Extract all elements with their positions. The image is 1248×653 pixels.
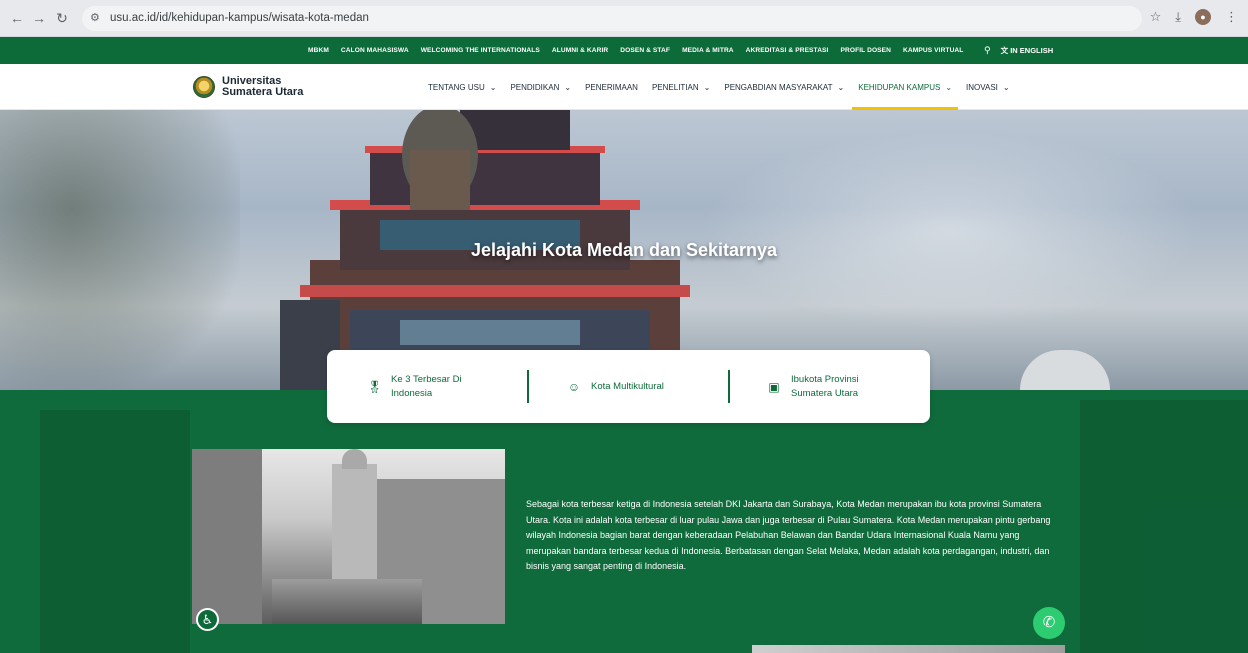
bookmark-star-icon[interactable]: ☆ <box>1150 9 1162 25</box>
city-description: Sebagai kota terbesar ketiga di Indonesi… <box>526 499 1051 571</box>
utility-link-mbkm[interactable]: MBKM <box>308 47 329 54</box>
utility-link-akreditasi-prestasi[interactable]: AKREDITASI & PRESTASI <box>746 47 829 54</box>
hero-banner: Jelajahi Kota Medan dan Sekitarnya <box>0 110 1248 390</box>
nav-item-pengabdian-masyarakat[interactable]: PENGABDIAN MASYARAKAT ⌄ <box>724 64 844 110</box>
highlight-text: Ibukota Provinsi Sumatera Utara <box>791 373 859 399</box>
nav-item-label: PENGABDIAN MASYARAKAT <box>724 82 833 92</box>
divider <box>527 370 529 403</box>
chevron-down-icon: ⌄ <box>489 82 497 92</box>
highlights-card: 🎖 Ke 3 Terbesar Di Indonesia ☺ Kota Mult… <box>327 350 930 423</box>
url-text[interactable]: usu.ac.id/id/kehidupan-kampus/wisata-kot… <box>110 11 369 26</box>
highlight-rank: 🎖 Ke 3 Terbesar Di Indonesia <box>367 350 462 423</box>
language-switch[interactable]: 文 IN ENGLISH <box>1001 45 1054 56</box>
nav-item-label: TENTANG USU <box>428 82 485 92</box>
browser-menu-icon[interactable]: ⋮ <box>1225 9 1238 25</box>
nav-item-inovasi[interactable]: INOVASI ⌄ <box>966 64 1010 110</box>
university-seal-icon <box>193 76 215 98</box>
chevron-down-icon: ⌄ <box>703 82 711 92</box>
background-building-right <box>1080 400 1248 653</box>
background-building-left <box>40 410 190 653</box>
second-photo-preview <box>752 645 1065 653</box>
highlight-text: Ke 3 Terbesar Di Indonesia <box>391 373 462 399</box>
divider <box>728 370 730 403</box>
briefcase-icon: ▣ <box>768 379 780 394</box>
utility-link-kampus-virtual[interactable]: KAMPUS VIRTUAL <box>903 47 963 54</box>
hero-title: Jelajahi Kota Medan dan Sekitarnya <box>470 240 778 260</box>
site-logo[interactable]: Universitas Sumatera Utara <box>193 76 303 98</box>
brand-name: Universitas Sumatera Utara <box>222 76 303 98</box>
translate-icon: 文 <box>1000 46 1009 55</box>
whatsapp-icon[interactable]: ✆ <box>1033 607 1065 639</box>
utility-link-dosen-staf[interactable]: DOSEN & STAF <box>620 47 670 54</box>
highlight-multicultural: ☺ Kota Multikultural <box>567 350 664 423</box>
brand-line-2: Sumatera Utara <box>222 86 304 98</box>
utility-link-welcoming-internationals[interactable]: WELCOMING THE INTERNATIONALS <box>421 47 540 54</box>
utility-link-calon-mahasiswa[interactable]: CALON MAHASISWA <box>341 47 409 54</box>
nav-item-pendidikan[interactable]: PENDIDIKAN ⌄ <box>510 64 571 110</box>
utility-link-alumni-karir[interactable]: ALUMNI & KARIR <box>552 47 608 54</box>
nav-item-penerimaan[interactable]: PENERIMAAN <box>585 64 638 110</box>
highlight-capital: ▣ Ibukota Provinsi Sumatera Utara <box>767 350 859 423</box>
chevron-down-icon: ⌄ <box>837 82 845 92</box>
medal-icon: 🎖 <box>367 379 383 394</box>
reload-icon[interactable]: ↻ <box>53 9 71 27</box>
download-icon[interactable]: ⤓ <box>1175 9 1181 25</box>
address-bar[interactable]: ⚙ usu.ac.id/id/kehidupan-kampus/wisata-k… <box>82 6 1142 31</box>
nav-item-label: PENDIDIKAN <box>510 82 560 92</box>
site-info-icon[interactable]: ⚙ <box>90 11 100 26</box>
hero-dome <box>1020 350 1110 390</box>
people-icon: ☺ <box>567 379 581 394</box>
chevron-down-icon: ⌄ <box>1002 82 1010 92</box>
nav-item-penelitian[interactable]: PENELITIAN ⌄ <box>652 64 710 110</box>
nav-item-kehidupan-kampus[interactable]: KEHIDUPAN KAMPUS ⌄ <box>852 64 958 110</box>
utility-link-profil-dosen[interactable]: PROFIL DOSEN <box>841 47 892 54</box>
nav-item-tentang-usu[interactable]: TENTANG USU ⌄ <box>428 64 496 110</box>
utility-bar: MBKM CALON MAHASISWA WELCOMING THE INTER… <box>0 37 1248 64</box>
search-icon[interactable]: ⚲ <box>984 45 991 56</box>
browser-toolbar: ← → ↻ ⚙ usu.ac.id/id/kehidupan-kampus/wi… <box>0 0 1248 37</box>
profile-avatar[interactable]: ● <box>1195 9 1211 25</box>
utility-links: MBKM CALON MAHASISWA WELCOMING THE INTER… <box>308 37 963 64</box>
chevron-down-icon: ⌄ <box>945 82 953 92</box>
back-arrow-icon[interactable]: ← <box>8 9 26 27</box>
historic-medan-photo <box>192 449 505 624</box>
forward-arrow-icon[interactable]: → <box>30 9 48 27</box>
highlight-text: Kota Multikultural <box>591 380 664 392</box>
nav-item-label: PENELITIAN <box>651 82 699 92</box>
hero-sky <box>700 130 1200 330</box>
utility-link-media-mitra[interactable]: MEDIA & MITRA <box>682 47 734 54</box>
nav-item-label: KEHIDUPAN KAMPUS <box>858 82 941 92</box>
language-label: IN ENGLISH <box>1010 46 1054 55</box>
chevron-down-icon: ⌄ <box>564 82 572 92</box>
main-navigation: Universitas Sumatera Utara TENTANG USU ⌄… <box>0 64 1248 110</box>
nav-item-label: PENERIMAAN <box>585 82 638 92</box>
nav-item-label: INOVASI <box>966 82 998 92</box>
accessibility-icon[interactable]: ♿ <box>196 608 219 631</box>
